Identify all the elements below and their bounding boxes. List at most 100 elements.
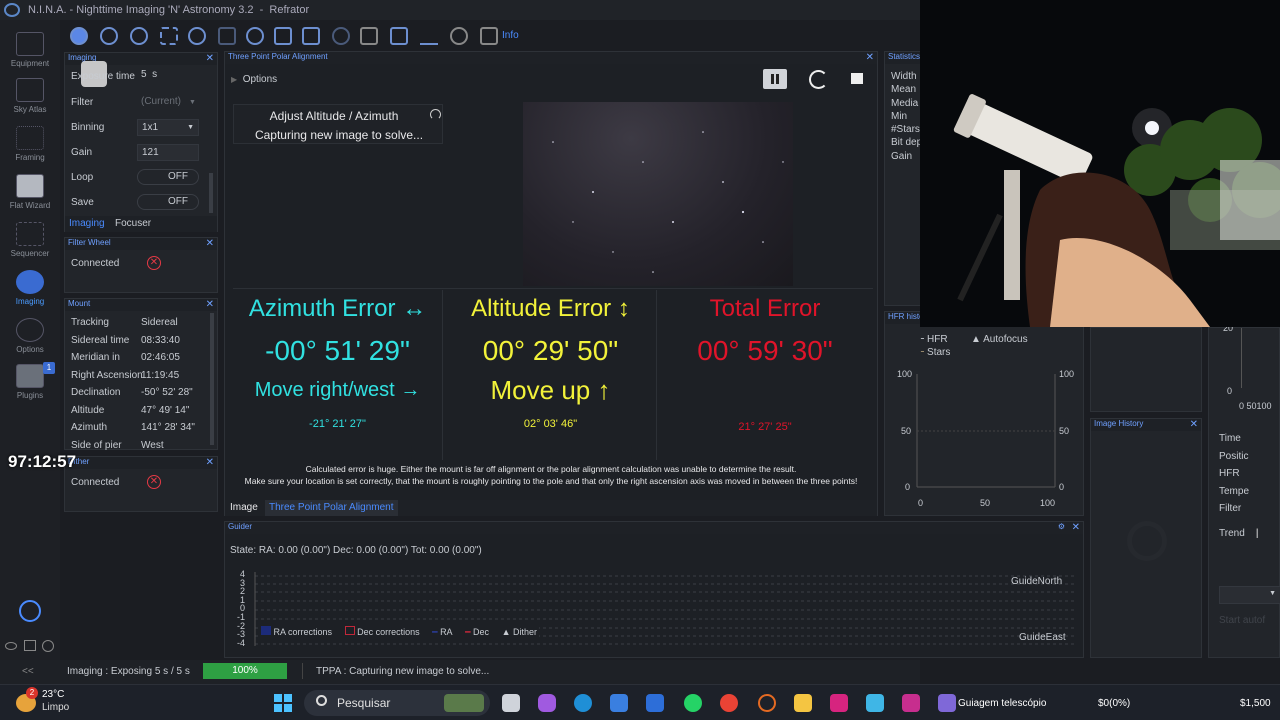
window-label[interactable]: Guiagem telescópio [958, 698, 1046, 709]
pause-button[interactable] [763, 69, 787, 89]
chevron-down-icon: ▼ [1269, 590, 1276, 597]
settings-icon[interactable]: ⚙ [1058, 522, 1065, 531]
nav-sequencer[interactable]: Sequencer [0, 222, 60, 258]
tab-imaging[interactable]: Imaging [69, 218, 105, 229]
disconnect-icon[interactable]: ✕ [147, 475, 161, 489]
stream-timer: 97:12:57 [8, 452, 77, 471]
exposure-field[interactable]: 5 s [141, 69, 157, 80]
app-magenta-icon[interactable] [902, 694, 920, 712]
histogram-icon[interactable] [390, 27, 408, 45]
observatory-icon[interactable] [360, 27, 378, 45]
chrome-icon[interactable] [720, 694, 738, 712]
close-icon[interactable]: ✕ [1190, 419, 1198, 430]
y-tick: 0 [905, 482, 911, 492]
step-status: Capturing new image to solve... [254, 128, 424, 142]
progress-label: 100% [232, 665, 258, 676]
nav-sky-atlas[interactable]: Sky Atlas [0, 78, 60, 114]
dome-icon[interactable] [332, 27, 350, 45]
edge-icon[interactable] [574, 694, 592, 712]
whatsapp-icon[interactable] [684, 694, 702, 712]
framing-icon[interactable] [160, 27, 178, 45]
step-title: Adjust Altitude / Azimuth [269, 109, 399, 123]
azimuth-detail: -21° 21' 27" [309, 418, 366, 430]
settings-sliders-icon[interactable] [302, 27, 320, 45]
nav-imaging[interactable]: Imaging [0, 270, 60, 306]
power-icon[interactable] [19, 600, 41, 622]
hfr-chart[interactable] [885, 362, 1085, 512]
task-view-icon[interactable] [502, 694, 520, 712]
browser-icon[interactable] [758, 694, 776, 712]
nav-options[interactable]: Options [0, 318, 60, 354]
filter-wheel-status: Connected [71, 258, 120, 269]
rotator-icon[interactable] [188, 27, 206, 45]
shield-icon[interactable] [480, 27, 498, 45]
divider [233, 288, 873, 289]
panel-header: Image History ✕ [1091, 419, 1201, 431]
eye-icon[interactable] [5, 642, 17, 650]
scrollbar[interactable] [210, 313, 214, 445]
filter-select[interactable]: (Current) [141, 96, 181, 107]
close-icon[interactable]: ✕ [866, 52, 874, 63]
gain-field[interactable]: 121 [137, 144, 199, 161]
ra-corrections-swatch [261, 626, 271, 635]
focuser-icon[interactable] [130, 27, 148, 45]
y-tick: 50 [901, 426, 912, 436]
book-icon[interactable] [24, 640, 36, 651]
sequence-icon[interactable] [274, 27, 292, 45]
guider-chart[interactable] [225, 572, 1085, 652]
taskbar-search[interactable]: Pesquisar [304, 690, 490, 716]
star-image[interactable] [523, 102, 793, 286]
save-toggle[interactable]: OFF [137, 194, 199, 210]
equipment-icon [16, 32, 44, 56]
windows-start-icon[interactable] [274, 694, 292, 712]
close-icon[interactable]: ✕ [206, 299, 214, 310]
y-tick: 0 [1059, 482, 1065, 492]
filter-wheel-icon[interactable] [100, 27, 118, 45]
guider-panel: Guider ✕ ⚙ State: RA: 0.00 (0.00") Dec: 0.… [224, 521, 1084, 658]
nina-task-icon[interactable] [938, 694, 956, 712]
panel-header: Guider ✕ ⚙ [225, 522, 1083, 534]
stars-legend: ╴Stars [921, 347, 951, 358]
nav-equipment[interactable]: Equipment [0, 32, 60, 68]
close-icon[interactable]: ✕ [1072, 522, 1080, 533]
sky-atlas-icon [16, 78, 44, 102]
triangle-icon: ▲ [971, 334, 981, 345]
light-icon[interactable] [450, 27, 468, 45]
loop-toggle[interactable]: OFF [137, 169, 199, 185]
hfr-history-panel: HFR histo ╴HFR ▲ Autofocus ╴Stars 100 50… [884, 311, 1084, 516]
store-icon[interactable] [610, 694, 628, 712]
hfr-graph-icon[interactable] [420, 27, 438, 45]
app-cyan-icon[interactable] [866, 694, 884, 712]
tab-tppa[interactable]: Three Point Polar Alignment [265, 500, 398, 516]
file-explorer-icon[interactable] [794, 694, 812, 712]
nav-plugins[interactable]: Plugins 1 [0, 362, 60, 400]
disconnect-icon[interactable]: ✕ [147, 256, 161, 270]
nav-flat-wizard[interactable]: Flat Wizard [0, 174, 60, 210]
webcam-scene [920, 0, 1280, 327]
collapse-icon[interactable]: << [22, 666, 34, 677]
telescope-icon[interactable] [218, 27, 236, 45]
guider-icon[interactable] [246, 27, 264, 45]
image-history-panel: Image History ✕ [1090, 418, 1202, 658]
info-icon[interactable] [42, 640, 54, 652]
tppa-options[interactable]: ▶ Options [231, 74, 277, 85]
copilot-icon[interactable] [538, 694, 556, 712]
camera-icon[interactable] [70, 27, 88, 45]
app-icon[interactable] [646, 694, 664, 712]
close-icon[interactable]: ✕ [206, 238, 214, 249]
nav-framing[interactable]: Framing [0, 126, 60, 162]
tab-image[interactable]: Image [230, 502, 258, 513]
info-tab[interactable]: Info [502, 30, 519, 41]
autofocus-select[interactable]: ▼ [1219, 586, 1280, 604]
tab-focuser[interactable]: Focuser [115, 218, 151, 229]
close-icon[interactable]: ✕ [206, 457, 214, 468]
close-icon[interactable]: ✕ [206, 53, 214, 64]
tray-value-1: $0(0%) [1098, 698, 1131, 709]
app-pink-icon[interactable] [830, 694, 848, 712]
stop-button[interactable] [845, 69, 869, 89]
scrollbar[interactable] [209, 173, 213, 213]
start-autofocus-button[interactable]: Start autof [1219, 615, 1265, 626]
binning-select[interactable]: 1x1 ▼ [137, 119, 199, 136]
guide-north-label: GuideNorth [1011, 576, 1063, 587]
axis-line [1241, 328, 1242, 388]
